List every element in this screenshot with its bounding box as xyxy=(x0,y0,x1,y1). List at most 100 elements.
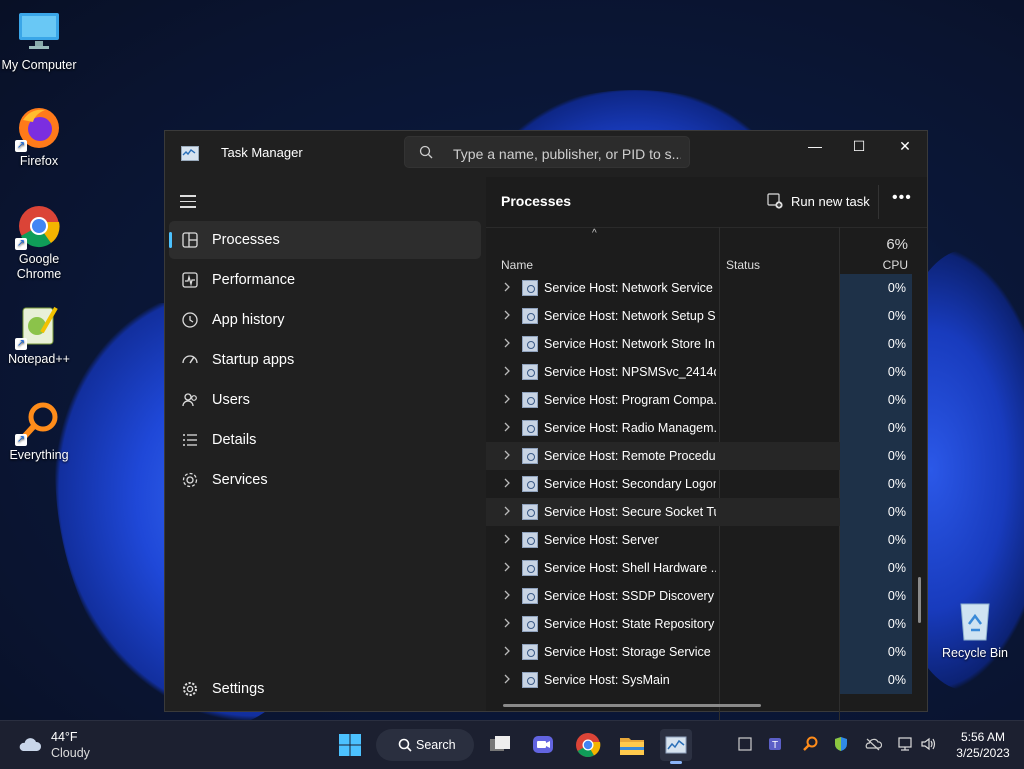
expand-chevron-icon[interactable] xyxy=(503,422,511,432)
expand-chevron-icon[interactable] xyxy=(503,646,511,656)
process-row[interactable]: Service Host: Secondary Logon 0% xyxy=(486,470,912,498)
hamburger-menu-icon[interactable] xyxy=(180,195,196,208)
security-shield-icon[interactable] xyxy=(832,735,850,753)
chrome-icon: ↗ xyxy=(15,204,61,250)
file-explorer-button[interactable] xyxy=(616,729,648,761)
process-row[interactable]: Service Host: Network Store In... 0% xyxy=(486,330,912,358)
teams-chat-button[interactable] xyxy=(527,729,559,761)
vertical-scrollbar[interactable] xyxy=(918,577,921,623)
processes-pane: Processes Run new task ••• ^ Name Status… xyxy=(486,177,927,747)
chrome-taskbar-button[interactable] xyxy=(572,729,604,761)
process-row[interactable]: Service Host: Shell Hardware ... 0% xyxy=(486,554,912,582)
search-box[interactable] xyxy=(404,136,690,168)
expand-chevron-icon[interactable] xyxy=(503,310,511,320)
process-row[interactable]: Service Host: Remote Procedu... 0% xyxy=(486,442,912,470)
search-input[interactable] xyxy=(451,143,683,165)
column-header-name[interactable]: Name xyxy=(501,258,533,272)
process-name: Service Host: State Repository ... xyxy=(544,617,716,631)
desktop-icon-my-computer[interactable]: My Computer xyxy=(0,10,78,73)
cpu-value: 0% xyxy=(887,645,906,659)
cpu-value: 0% xyxy=(887,393,906,407)
onedrive-icon[interactable] xyxy=(864,735,883,753)
nav-app-history[interactable]: App history xyxy=(169,301,481,339)
nav-details[interactable]: Details xyxy=(169,421,481,459)
service-host-icon xyxy=(522,364,538,380)
process-row[interactable]: Service Host: SysMain 0% xyxy=(486,666,912,694)
expand-chevron-icon[interactable] xyxy=(503,590,511,600)
cpu-cell: 0% xyxy=(840,414,912,442)
task-manager-taskbar-button[interactable] xyxy=(660,729,692,764)
cpu-cell: 0% xyxy=(840,386,912,414)
shortcut-arrow-icon: ↗ xyxy=(15,338,27,350)
close-button[interactable]: ✕ xyxy=(882,131,928,161)
column-header-status[interactable]: Status xyxy=(726,258,760,272)
cpu-cell: 0% xyxy=(840,442,912,470)
process-row[interactable]: Service Host: SSDP Discovery 0% xyxy=(486,582,912,610)
service-host-icon xyxy=(522,280,538,296)
process-row[interactable]: Service Host: Network Setup S... 0% xyxy=(486,302,912,330)
cpu-cell: 0% xyxy=(840,358,912,386)
desktop-icon-recycle-bin[interactable]: Recycle Bin xyxy=(936,598,1014,661)
task-view-button[interactable] xyxy=(484,729,516,761)
minimize-button[interactable]: — xyxy=(792,131,838,161)
nav-startup-apps[interactable]: Startup apps xyxy=(169,341,481,379)
taskbar-search[interactable]: Search xyxy=(376,729,474,761)
desktop-icon-notepadpp[interactable]: ↗ Notepad++ xyxy=(0,304,78,367)
nav-label: Details xyxy=(212,432,257,448)
cpu-cell: 0% xyxy=(840,610,912,638)
expand-chevron-icon[interactable] xyxy=(503,282,511,292)
network-icon[interactable] xyxy=(896,735,914,753)
expand-chevron-icon[interactable] xyxy=(503,674,511,684)
horizontal-scrollbar[interactable] xyxy=(503,704,761,707)
tray-app-icon[interactable] xyxy=(736,735,754,753)
start-button[interactable] xyxy=(334,729,366,761)
nav-settings[interactable]: Settings xyxy=(169,670,481,708)
expand-chevron-icon[interactable] xyxy=(503,338,511,348)
nav-users[interactable]: Users xyxy=(169,381,481,419)
chat-icon xyxy=(533,736,553,753)
expand-chevron-icon[interactable] xyxy=(503,562,511,572)
process-row[interactable]: Service Host: Server 0% xyxy=(486,526,912,554)
column-header-cpu[interactable]: 6% CPU xyxy=(840,228,910,273)
gear-icon xyxy=(183,682,197,696)
cpu-cell: 0% xyxy=(840,274,912,302)
process-row[interactable]: Service Host: Radio Managem... 0% xyxy=(486,414,912,442)
more-options-button[interactable]: ••• xyxy=(892,189,912,209)
process-name: Service Host: Remote Procedu... xyxy=(544,449,716,463)
expand-chevron-icon[interactable] xyxy=(503,478,511,488)
desktop-icon-chrome[interactable]: ↗ Google Chrome xyxy=(0,204,78,282)
process-row[interactable]: Service Host: NPSMSvc_2414d 0% xyxy=(486,358,912,386)
process-row[interactable]: Service Host: State Repository ... 0% xyxy=(486,610,912,638)
nav-label: Settings xyxy=(212,681,265,697)
nav-services[interactable]: Services xyxy=(169,461,481,499)
active-indicator xyxy=(169,232,172,248)
process-row[interactable]: Service Host: Network Service 0% xyxy=(486,274,912,302)
cpu-value: 0% xyxy=(887,449,906,463)
expand-chevron-icon[interactable] xyxy=(503,534,511,544)
expand-chevron-icon[interactable] xyxy=(503,506,511,516)
weather-widget[interactable]: 44°F Cloudy xyxy=(18,730,138,762)
cpu-cell: 0% xyxy=(840,666,912,694)
nav-processes[interactable]: Processes xyxy=(169,221,481,259)
run-task-icon xyxy=(767,193,783,209)
services-icon xyxy=(182,472,198,488)
expand-chevron-icon[interactable] xyxy=(503,618,511,628)
service-host-icon xyxy=(522,588,538,604)
desktop-icon-everything[interactable]: ↗ Everything xyxy=(0,400,78,463)
volume-icon[interactable] xyxy=(920,735,938,753)
nav-performance[interactable]: Performance xyxy=(169,261,481,299)
teams-tray-icon[interactable]: T xyxy=(767,735,785,753)
process-row[interactable]: Service Host: Secure Socket Tu... 0% xyxy=(486,498,912,526)
desktop-icon-firefox[interactable]: ↗ Firefox xyxy=(0,106,78,169)
process-row[interactable]: Service Host: Program Compa... 0% xyxy=(486,386,912,414)
service-host-icon xyxy=(522,504,538,520)
expand-chevron-icon[interactable] xyxy=(503,394,511,404)
maximize-button[interactable]: ☐ xyxy=(836,131,882,161)
title-bar[interactable]: Task Manager — ☐ ✕ xyxy=(165,131,927,177)
expand-chevron-icon[interactable] xyxy=(503,366,511,376)
folder-icon xyxy=(620,738,644,755)
everything-tray-icon[interactable] xyxy=(801,735,819,753)
expand-chevron-icon[interactable] xyxy=(503,450,511,460)
process-row[interactable]: Service Host: Storage Service 0% xyxy=(486,638,912,666)
clock[interactable]: 5:56 AM 3/25/2023 xyxy=(950,729,1016,761)
